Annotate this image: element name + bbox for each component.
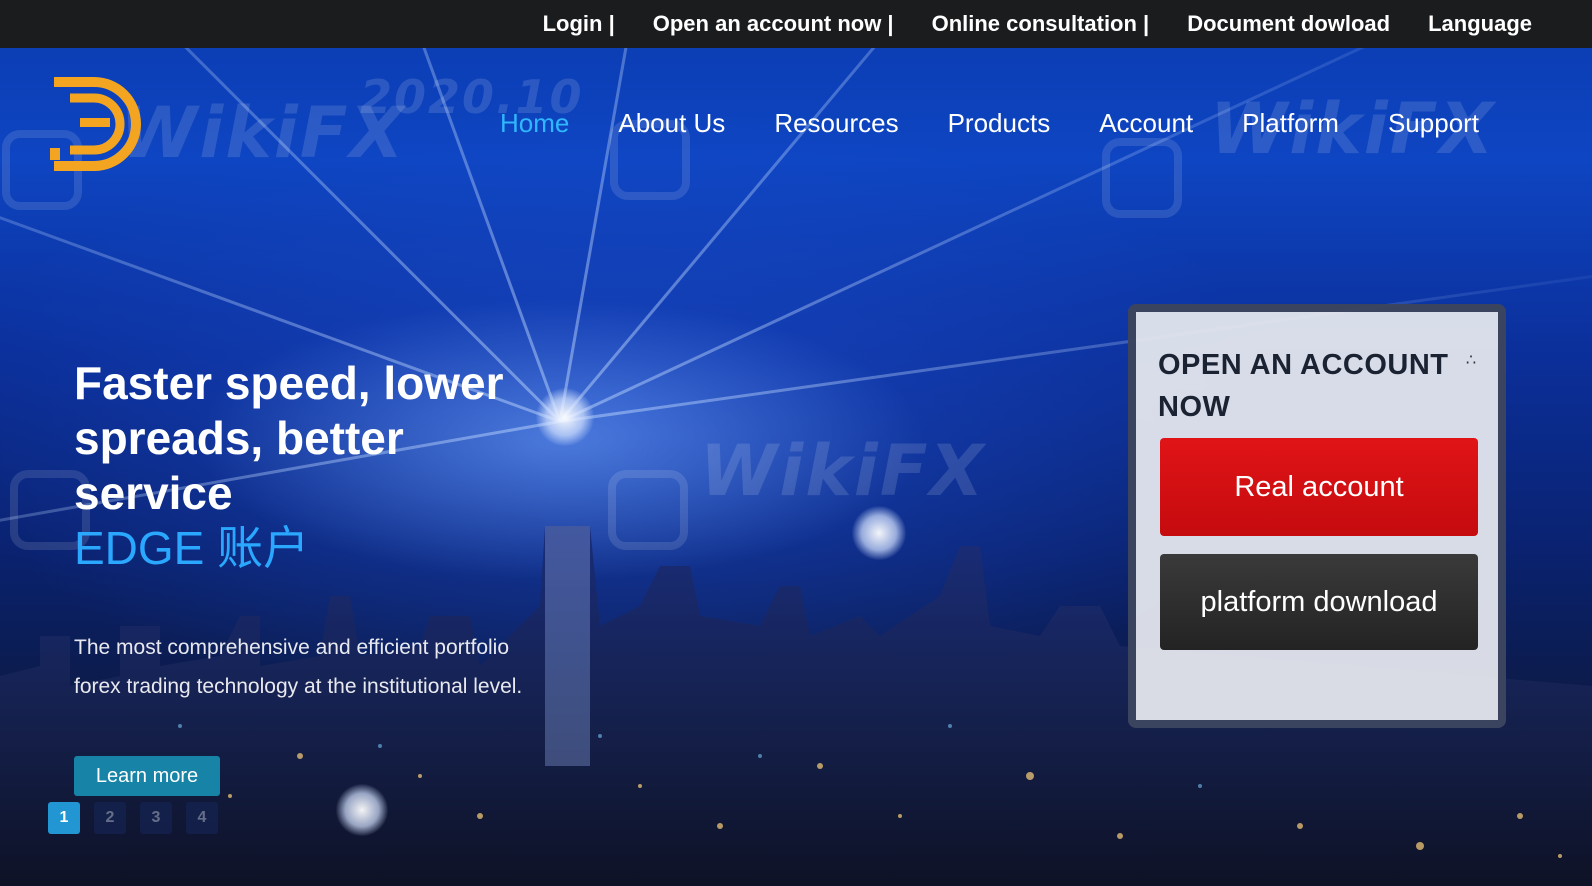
sparkle-icon: ∴ [1465,350,1476,369]
logo-icon [50,77,141,171]
brand-logo[interactable] [48,76,144,176]
document-download-link[interactable]: Document dowload [1187,11,1390,37]
nav-platform[interactable]: Platform [1242,108,1339,139]
slide-dot-2[interactable]: 2 [94,802,126,834]
main-nav: Home About Us Resources Products Account… [500,108,1528,139]
login-link[interactable]: Login | [543,11,615,37]
nav-account[interactable]: Account [1099,108,1193,139]
light-orb [536,388,594,446]
real-account-button[interactable]: Real account [1160,438,1478,536]
top-utility-bar: Login | Open an account now | Online con… [0,0,1592,48]
open-account-card: OPEN AN ACCOUNT NOW ∴ Real account platf… [1128,304,1506,728]
nav-support[interactable]: Support [1388,108,1479,139]
nav-resources[interactable]: Resources [774,108,898,139]
nav-home[interactable]: Home [500,108,569,139]
slide-dot-3[interactable]: 3 [140,802,172,834]
watermark: WikiFX [120,92,406,174]
light-orb [336,784,388,836]
platform-download-button[interactable]: platform download [1160,554,1478,650]
slide-dot-1[interactable]: 1 [48,802,80,834]
nav-about-us[interactable]: About Us [618,108,725,139]
online-consultation-link[interactable]: Online consultation | [932,11,1150,37]
open-account-link[interactable]: Open an account now | [653,11,894,37]
light-orb [852,506,906,560]
slide-dot-4[interactable]: 4 [186,802,218,834]
hero-subhead: EDGE 账户 [74,522,310,574]
hero-headline: Faster speed, lower spreads, better serv… [74,357,504,519]
card-title: OPEN AN ACCOUNT NOW [1158,349,1449,423]
learn-more-button[interactable]: Learn more [74,756,220,796]
slide-pager: 1 2 3 4 [48,802,232,834]
hero-description: The most comprehensive and efficient por… [74,636,523,698]
nav-products[interactable]: Products [948,108,1051,139]
watermark: WikiFX [700,430,986,512]
language-link[interactable]: Language [1428,11,1532,37]
